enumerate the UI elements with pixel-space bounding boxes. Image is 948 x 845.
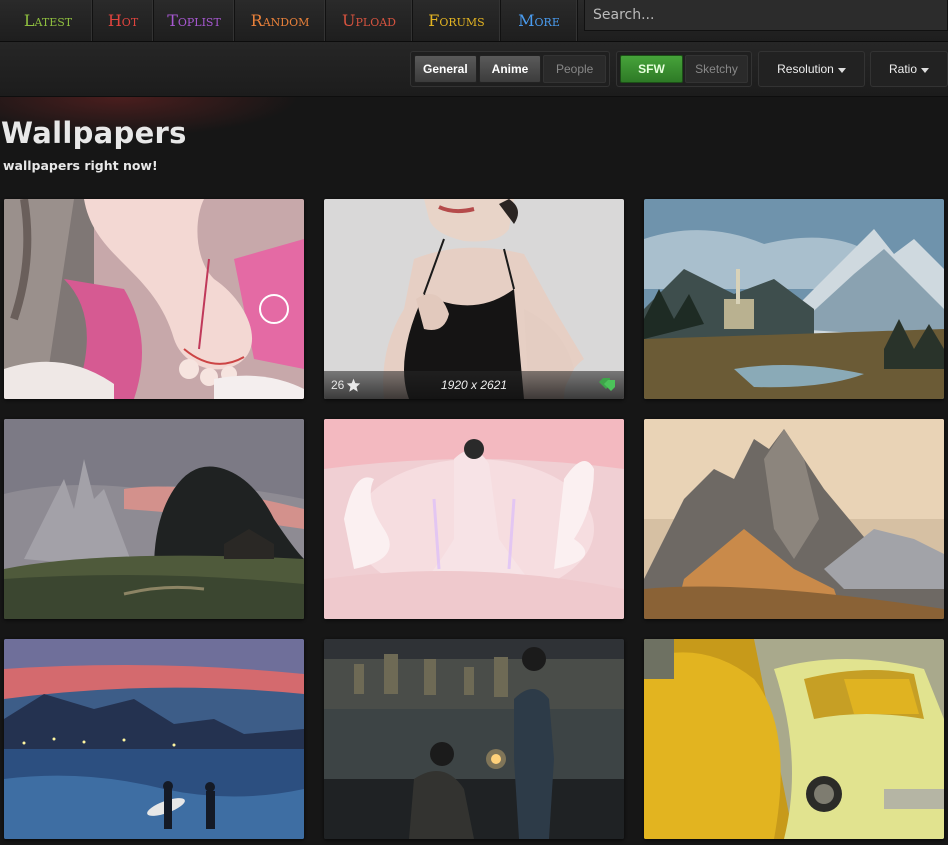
thumb-info-bar: 26 1920 x 2621 [324,371,624,399]
nav-random[interactable]: Random [235,0,326,41]
thumb-image [644,639,944,839]
thumb-image [644,199,944,399]
wallpaper-thumb[interactable] [4,639,304,839]
nav-more[interactable]: More [501,0,578,41]
nav-hot[interactable]: Hot [93,0,154,41]
thumb-image [324,419,624,619]
category-filter: General Anime People [410,51,610,87]
purity-sketchy-toggle[interactable]: Sketchy [685,55,748,83]
thumb-image [644,419,944,619]
category-people-toggle[interactable]: People [543,55,607,83]
nav-toplist[interactable]: Toplist [154,0,235,41]
wallpaper-thumb[interactable] [644,419,944,619]
resolution-dropdown[interactable]: Resolution [758,51,865,87]
ratio-label: Ratio [888,62,917,76]
category-anime-toggle[interactable]: Anime [478,55,542,83]
thumb-image [4,419,304,619]
filter-bar: General Anime People SFW Sketchy Resolut… [0,42,948,97]
nav-forums[interactable]: Forums [413,0,501,41]
purity-filter: SFW Sketchy [616,51,752,87]
nav-latest[interactable]: Latest [0,0,93,41]
thumb-resolution: 1920 x 2621 [440,378,508,392]
page-subtitle: wallpapers right now! [3,158,158,173]
search-box [584,0,948,31]
tag-icon[interactable] [598,378,618,392]
purity-sfw-toggle[interactable]: SFW [620,55,683,83]
thumb-image [324,639,624,839]
wallpaper-thumb[interactable] [4,419,304,619]
chevron-down-icon [921,67,929,73]
thumb-image [4,199,304,399]
chevron-down-icon [837,67,846,73]
wallpaper-thumb[interactable] [324,419,624,619]
wallpaper-thumb[interactable]: 26 1920 x 2621 [324,199,624,399]
nav-upload[interactable]: Upload [326,0,413,41]
search-input[interactable] [593,7,947,23]
wallpaper-thumb[interactable] [644,199,944,399]
ratio-dropdown[interactable]: Ratio [870,51,948,87]
wallpaper-thumb[interactable] [644,639,944,839]
thumb-image [324,199,624,399]
thumb-image [4,639,304,839]
category-general-toggle[interactable]: General [414,55,477,83]
wallpaper-thumb[interactable] [4,199,304,399]
resolution-label: Resolution [777,62,834,76]
page-title: Wallpapers [1,116,187,150]
wallpaper-thumb[interactable] [324,639,624,839]
